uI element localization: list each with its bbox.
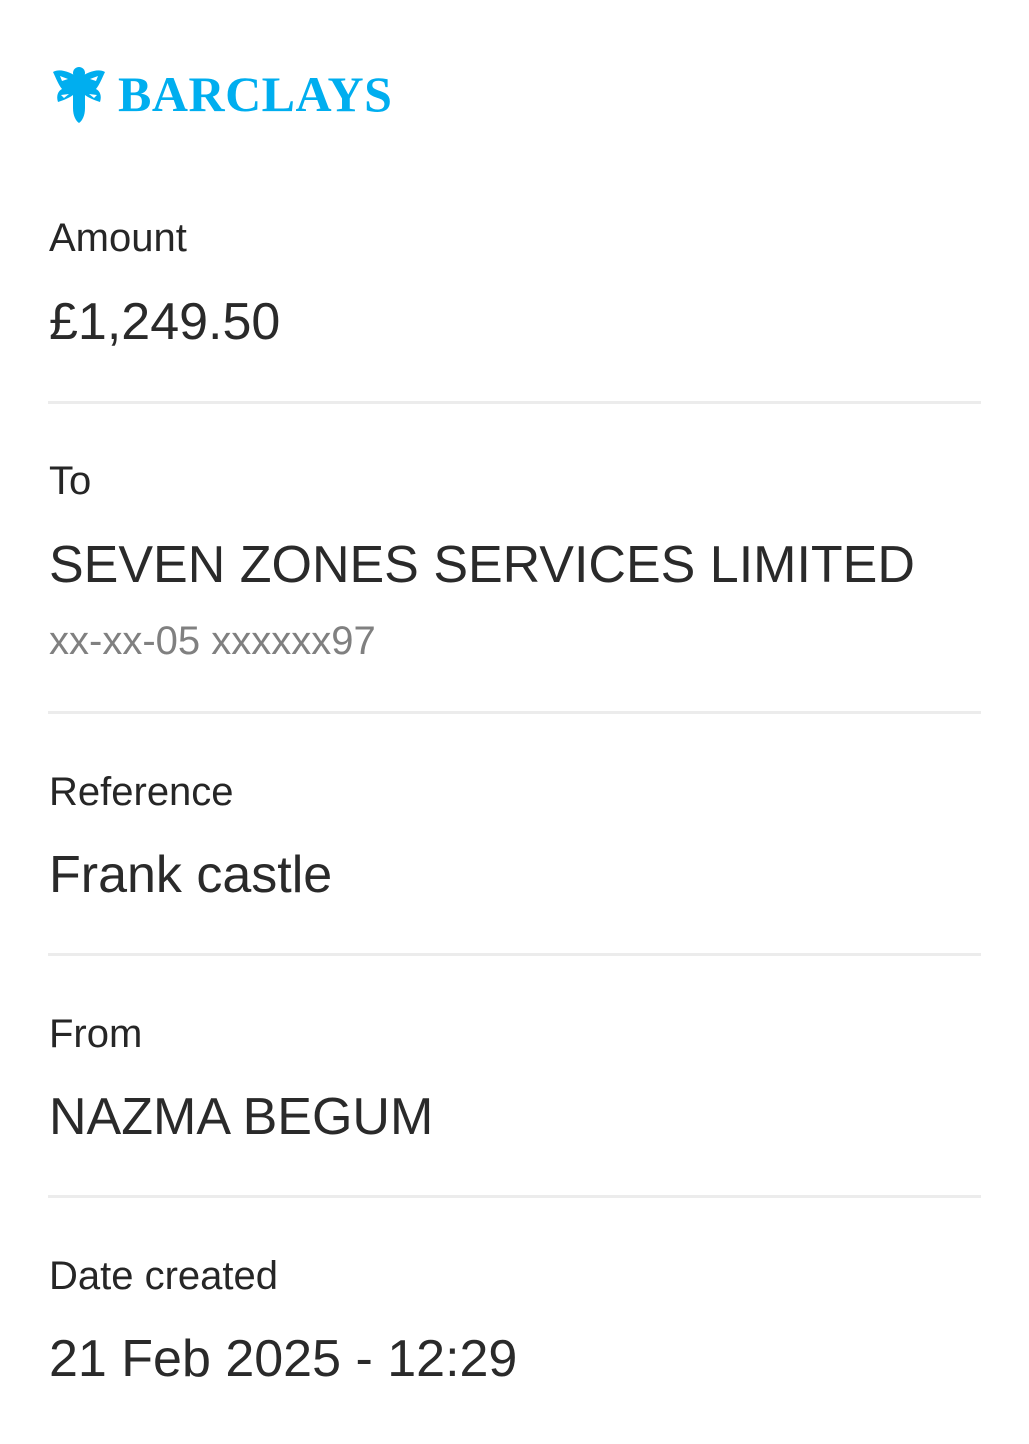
barclays-logo: BARCLAYS (52, 62, 392, 126)
payer-label: From (49, 1012, 143, 1056)
reference-section: Reference (49, 772, 981, 812)
brand-name: BARCLAYS (118, 66, 393, 122)
reference-value: Frank castle (49, 846, 333, 904)
reference-label: Reference (49, 770, 234, 814)
amount-section: Amount (49, 218, 981, 258)
eagle-icon (52, 64, 106, 124)
divider (48, 953, 981, 956)
payee-label: To (49, 459, 92, 503)
payee-account: xx-xx-05 xxxxxx97 (49, 619, 376, 663)
payee-name: SEVEN ZONES SERVICES LIMITED (49, 536, 915, 594)
divider (48, 1195, 981, 1198)
amount-label: Amount (49, 216, 187, 260)
date-created-label: Date created (49, 1254, 279, 1298)
date-created-section: Date created (49, 1256, 981, 1296)
date-created-value: 21 Feb 2025 - 12:29 (49, 1330, 518, 1388)
divider (48, 711, 981, 714)
payer-section: From (49, 1014, 981, 1054)
amount-value: £1,249.50 (49, 293, 281, 351)
payee-section: To (49, 461, 981, 501)
divider (48, 401, 981, 404)
payer-name: NAZMA BEGUM (49, 1088, 434, 1146)
